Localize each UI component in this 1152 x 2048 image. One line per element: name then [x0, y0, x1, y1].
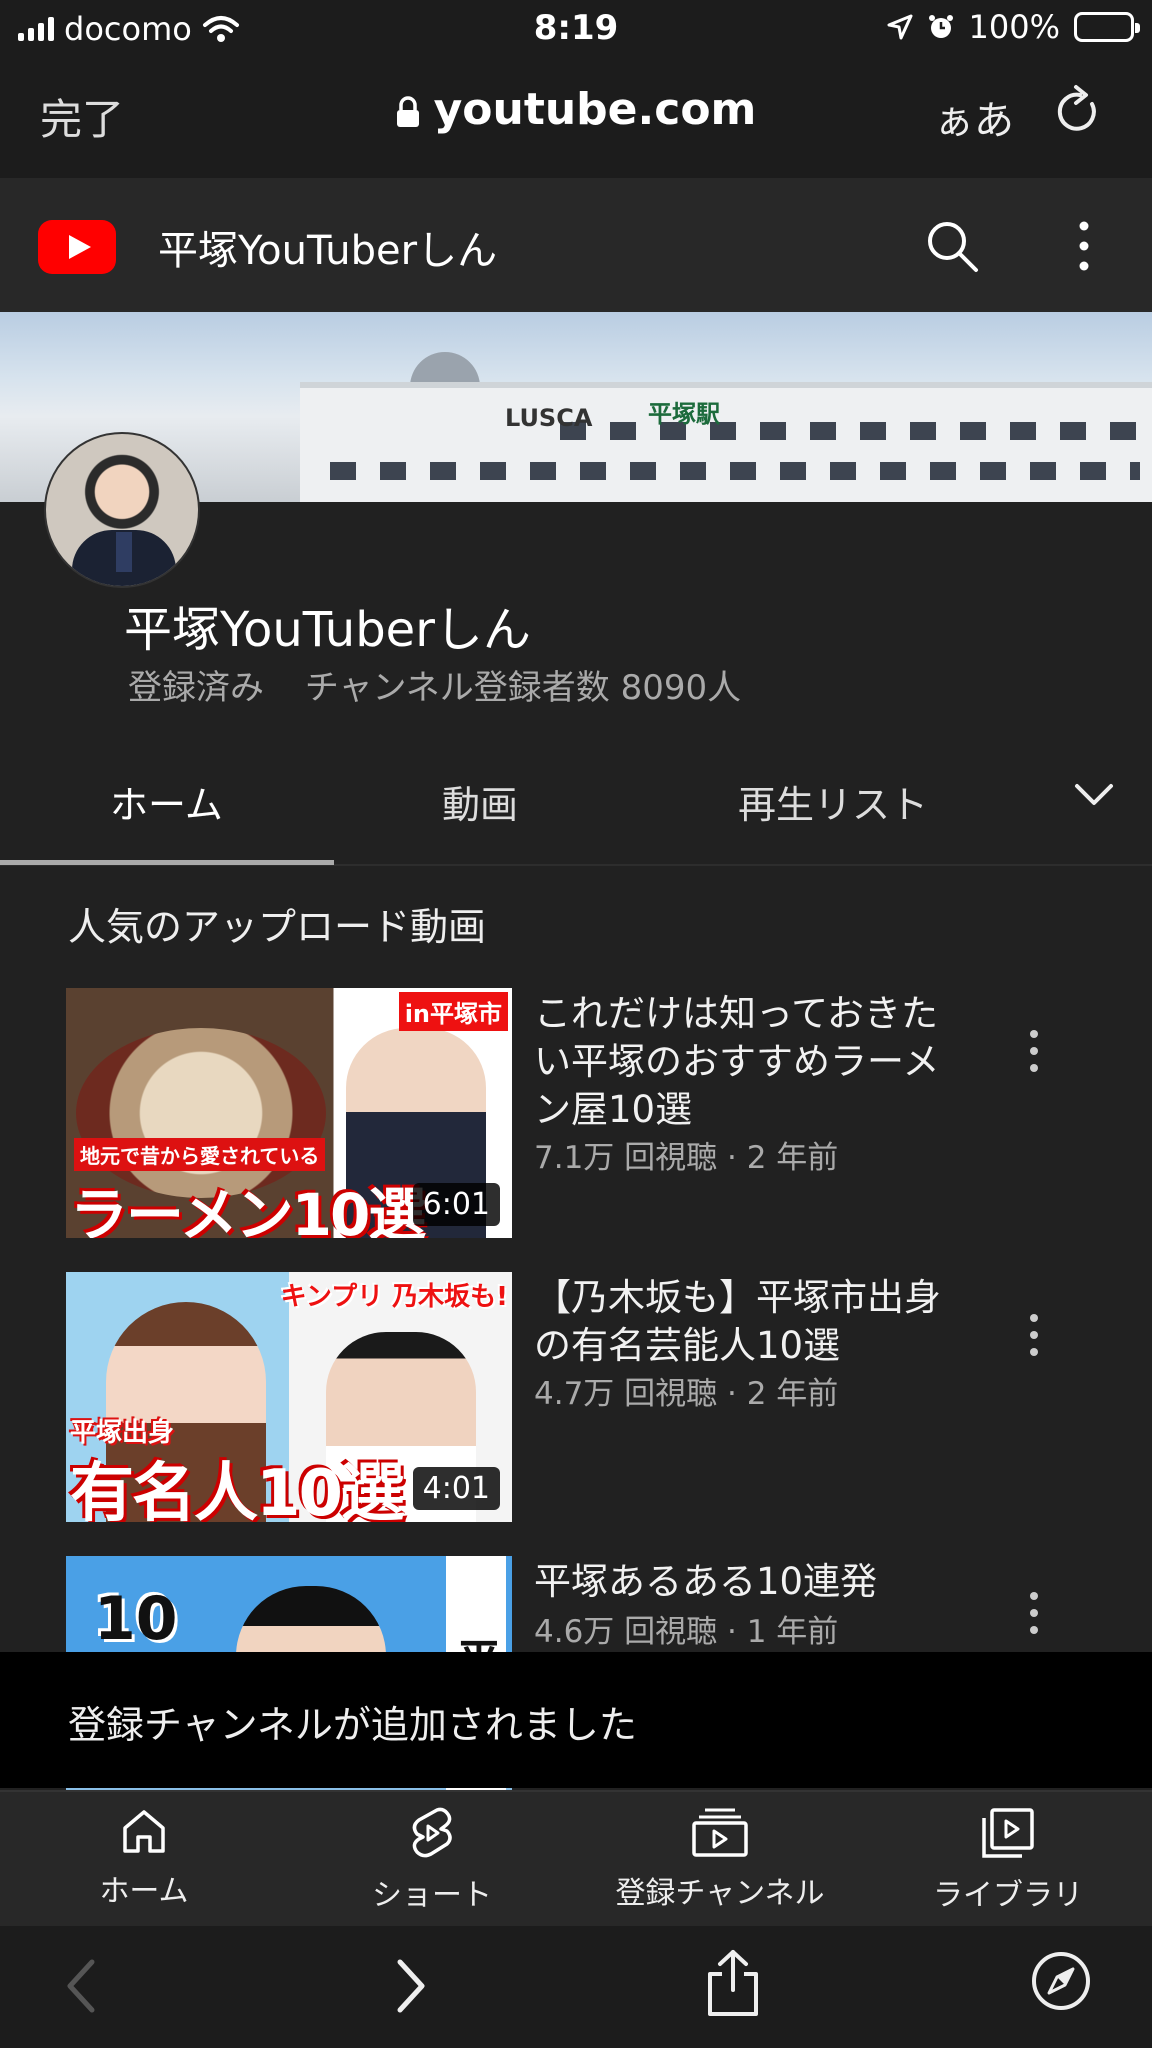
tab-playlists[interactable]: 再生リスト: [738, 774, 928, 829]
channel-tabs: ホーム 動画 再生リスト: [0, 740, 1152, 866]
status-right: 100%: [887, 8, 1140, 46]
nav-label: ホーム: [99, 1874, 189, 1909]
shorts-icon: [412, 1807, 452, 1858]
share-icon[interactable]: [704, 1948, 762, 2018]
thumb-caption-small: 地元で昔から愛されている: [74, 1138, 326, 1171]
nav-item-library[interactable]: ライブラリ: [864, 1806, 1152, 1914]
nav-item-subscriptions[interactable]: 登録チャンネル: [576, 1806, 864, 1912]
video-duration: 4:01: [412, 1467, 500, 1510]
video-thumbnail[interactable]: in平塚市 地元で昔から愛されている ラーメン10選 6:01: [66, 988, 512, 1238]
banner-sign-station: 平塚駅: [648, 400, 720, 428]
video-duration: 6:01: [412, 1183, 500, 1226]
tab-videos[interactable]: 動画: [442, 774, 518, 829]
video-title[interactable]: これだけは知っておきたい平塚のおすすめラーメン屋10選: [534, 990, 954, 1134]
back-arrow-icon[interactable]: [62, 1956, 98, 2016]
tab-home[interactable]: ホーム: [110, 774, 223, 829]
subscriptions-icon: [692, 1808, 748, 1857]
header-channel-title: 平塚YouTuberしん: [158, 228, 498, 274]
video-title[interactable]: 【乃木坂も】平塚市出身の有名芸能人10選: [534, 1274, 954, 1370]
nav-label: ショート: [372, 1878, 492, 1913]
battery-percent: 100%: [968, 8, 1060, 46]
browser-url-bar: 完了 youtube.com ぁあ: [0, 58, 1152, 178]
text-size-button[interactable]: ぁあ: [934, 88, 1014, 146]
banner-window-row: [560, 422, 1140, 440]
channel-subtitle: 登録済み チャンネル登録者数 8090人: [128, 660, 741, 709]
battery-icon: [1074, 12, 1140, 42]
chevron-down-icon[interactable]: [1074, 782, 1114, 808]
channel-name: 平塚YouTuberしん: [124, 602, 531, 658]
thumb-tag: キンプリ 乃木坂も!: [280, 1282, 508, 1312]
nav-item-home[interactable]: ホーム: [0, 1806, 288, 1910]
more-vert-icon[interactable]: [1026, 1590, 1042, 1636]
section-title: 人気のアップロード動画: [68, 905, 487, 949]
more-vert-icon[interactable]: [1026, 1028, 1042, 1074]
youtube-header: 平塚YouTuberしん: [0, 178, 1152, 312]
reload-icon[interactable]: [1054, 84, 1102, 136]
video-item[interactable]: in平塚市 地元で昔から愛されている ラーメン10選 6:01 これだけは知って…: [66, 988, 1086, 1238]
banner-building: [300, 382, 1152, 502]
thumb-caption-big: 有名人10選: [70, 1457, 405, 1522]
location-icon: [887, 14, 913, 40]
thumb-caption-big: 10: [94, 1584, 178, 1654]
video-meta: 4.7万 回視聴 · 2 年前: [534, 1376, 839, 1412]
banner-window-row: [330, 462, 1140, 480]
nav-label: ライブラリ: [933, 1878, 1083, 1913]
more-vert-icon[interactable]: [1026, 1312, 1042, 1358]
snackbar-toast: 登録チャンネルが追加されました: [0, 1652, 1152, 1788]
toast-message: 登録チャンネルが追加されました: [68, 1703, 637, 1747]
youtube-logo-icon[interactable]: [38, 220, 116, 274]
alarm-icon: [928, 15, 953, 38]
compass-icon[interactable]: [1030, 1950, 1092, 2012]
channel-avatar[interactable]: [44, 432, 200, 588]
lock-icon: [396, 96, 419, 127]
video-meta: 7.1万 回視聴 · 2 年前: [534, 1140, 839, 1176]
avatar-tie: [116, 532, 132, 572]
thumb-tag: in平塚市: [398, 992, 508, 1031]
subscriber-count: チャンネル登録者数 8090人: [304, 668, 742, 708]
nav-label: 登録チャンネル: [615, 1876, 825, 1911]
forward-arrow-icon[interactable]: [394, 1956, 430, 2016]
status-bar: docomo 8:19 100%: [0, 0, 1152, 58]
bottom-navigation: ホーム ショート 登録チャンネル ライブラリ: [0, 1790, 1152, 1926]
active-tab-indicator: [0, 860, 334, 865]
more-vert-icon[interactable]: [1072, 220, 1096, 272]
browser-toolbar: [0, 1926, 1152, 2048]
video-thumbnail[interactable]: キンプリ 乃木坂も! 平塚出身 有名人10選 4:01: [66, 1272, 512, 1522]
url-text: youtube.com: [433, 84, 757, 135]
home-icon: [123, 1810, 165, 1853]
thumb-caption-big: ラーメン10選: [70, 1181, 426, 1238]
banner-sign-mall: LUSCA: [505, 404, 593, 432]
video-meta: 4.6万 回視聴 · 1 年前: [534, 1614, 839, 1650]
nav-item-shorts[interactable]: ショート: [288, 1806, 576, 1914]
search-icon[interactable]: [924, 218, 980, 274]
video-item[interactable]: キンプリ 乃木坂も! 平塚出身 有名人10選 4:01 【乃木坂も】平塚市出身の…: [66, 1272, 1086, 1522]
video-title[interactable]: 平塚あるある10連発: [534, 1558, 954, 1606]
library-icon: [982, 1808, 1034, 1858]
subscribed-status[interactable]: 登録済み: [128, 668, 264, 708]
